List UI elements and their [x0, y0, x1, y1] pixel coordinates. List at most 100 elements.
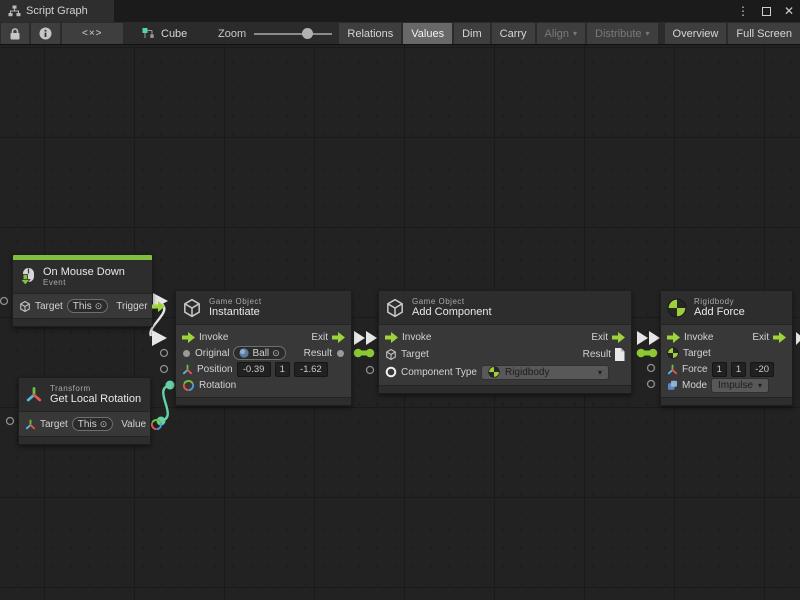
- chevron-down-icon: ▾: [573, 29, 577, 38]
- value-connection-result-target[interactable]: [637, 349, 658, 358]
- target-object-field[interactable]: This ⊙: [67, 299, 108, 313]
- more-icon[interactable]: ⋮: [737, 4, 749, 18]
- edit-graph-button[interactable]: <×>: [62, 23, 123, 44]
- maximize-icon[interactable]: [762, 7, 771, 16]
- vector-axis-icon: [182, 364, 193, 375]
- node-type: Game Object: [412, 297, 492, 306]
- invoke-label: Invoke: [402, 332, 431, 343]
- invoke-port-icon[interactable]: [182, 332, 195, 343]
- invoke-label: Invoke: [199, 332, 228, 343]
- node-type: Rigidbody: [694, 297, 745, 306]
- node-header[interactable]: Transform Get Local Rotation: [19, 378, 150, 412]
- result-label: Result: [583, 349, 611, 360]
- close-icon[interactable]: ✕: [784, 4, 794, 18]
- rotation-icon[interactable]: [182, 379, 195, 392]
- node-on-mouse-down[interactable]: On Mouse Down Event Target This ⊙: [12, 254, 153, 327]
- node-type: Game Object: [209, 297, 262, 306]
- port-ring[interactable]: [367, 367, 374, 374]
- port-row: Invoke Exit: [385, 329, 625, 346]
- script-graph-window: Script Graph ⋮ ✕: [0, 0, 800, 600]
- position-z-input[interactable]: -1.62: [294, 362, 328, 377]
- node-subtitle: Event: [43, 278, 125, 287]
- tab-script-graph[interactable]: Script Graph: [0, 0, 114, 22]
- chevron-down-icon: ▾: [758, 381, 762, 390]
- port-ring[interactable]: [1, 298, 8, 305]
- object-picker-icon[interactable]: ⊙: [100, 419, 108, 430]
- toolbar-right-group: Relations Values Dim Carry Align ▾ Distr…: [339, 23, 800, 44]
- node-get-local-rotation[interactable]: Transform Get Local Rotation Target This…: [18, 377, 151, 445]
- node-header[interactable]: Game Object Add Component: [379, 291, 631, 325]
- port-row: Original Ball ⊙ Result: [182, 345, 345, 361]
- position-label: Position: [197, 364, 233, 375]
- original-object-field[interactable]: Ball ⊙: [233, 346, 285, 360]
- distribute-button[interactable]: Distribute ▾: [587, 23, 657, 44]
- exit-port-icon[interactable]: [773, 332, 786, 343]
- value-connection-result-target[interactable]: [354, 349, 375, 358]
- graph-canvas[interactable]: On Mouse Down Event Target This ⊙: [0, 45, 800, 600]
- values-label: Values: [411, 28, 444, 40]
- window-controls: ⋮ ✕: [737, 0, 794, 22]
- invoke-port-icon[interactable]: [667, 332, 680, 343]
- values-button[interactable]: Values: [403, 23, 452, 44]
- graph-icon: [142, 27, 155, 40]
- node-add-force[interactable]: Rigidbody Add Force Invoke Exit: [660, 290, 793, 406]
- port-ring[interactable]: [7, 418, 14, 425]
- node-header[interactable]: On Mouse Down Event: [13, 260, 152, 294]
- node-add-component[interactable]: Game Object Add Component Invoke Exit: [378, 290, 632, 394]
- exit-port-icon[interactable]: [332, 332, 345, 343]
- invoke-port-icon[interactable]: [385, 332, 398, 343]
- node-header[interactable]: Rigidbody Add Force: [661, 291, 792, 325]
- node-instantiate[interactable]: Game Object Instantiate Invoke Exit: [175, 290, 352, 406]
- overview-button[interactable]: Overview: [665, 23, 727, 44]
- force-label: Force: [682, 364, 708, 375]
- align-button[interactable]: Align ▾: [537, 23, 585, 44]
- lock-button[interactable]: [1, 23, 29, 44]
- sphere-icon: [239, 348, 249, 358]
- fullscreen-button[interactable]: Full Screen: [728, 23, 800, 44]
- relations-label: Relations: [347, 28, 393, 40]
- info-icon: [39, 27, 52, 40]
- exit-port-icon[interactable]: [612, 332, 625, 343]
- carry-button[interactable]: Carry: [492, 23, 535, 44]
- gameobject-cube-icon: [182, 297, 202, 319]
- mode-dropdown[interactable]: Impulse ▾: [711, 378, 769, 393]
- object-picker-icon[interactable]: ⊙: [272, 348, 280, 359]
- position-y-input[interactable]: 1: [275, 362, 290, 377]
- value-port-dot[interactable]: [182, 349, 191, 358]
- zoom-slider[interactable]: [254, 33, 332, 35]
- node-type: Transform: [50, 384, 141, 393]
- control-connection-exit-invoke[interactable]: [354, 331, 377, 345]
- graph-breadcrumb[interactable]: Cube: [142, 23, 187, 44]
- port-row: Target This ⊙ Value: [25, 416, 144, 432]
- transform-axis-icon: [25, 419, 36, 430]
- control-connection-offscreen[interactable]: [796, 332, 800, 345]
- port-row: Component Type Rigidbody ▾: [385, 363, 625, 381]
- original-value: Ball: [252, 348, 269, 359]
- relations-button[interactable]: Relations: [339, 23, 401, 44]
- port-ring[interactable]: [161, 366, 168, 373]
- force-y-input[interactable]: 1: [731, 362, 746, 377]
- info-button[interactable]: [31, 23, 60, 44]
- zoom-slider-handle[interactable]: [302, 28, 313, 39]
- control-connection-exit-invoke[interactable]: [637, 331, 660, 345]
- force-x-input[interactable]: 1: [712, 362, 727, 377]
- node-header[interactable]: Game Object Instantiate: [176, 291, 351, 325]
- object-picker-icon[interactable]: ⊙: [95, 301, 103, 312]
- target-object-field[interactable]: This ⊙: [72, 417, 113, 431]
- port-ring[interactable]: [648, 381, 655, 388]
- port-ring[interactable]: [648, 365, 655, 372]
- force-z-input[interactable]: -20: [750, 362, 774, 377]
- graph-toolbar: <×> Cube Zoom 0.8x Relations Values Dim: [0, 22, 800, 45]
- trigger-port-icon[interactable]: [152, 301, 165, 312]
- value-port-dot[interactable]: [336, 349, 345, 358]
- dim-button[interactable]: Dim: [454, 23, 490, 44]
- position-x-input[interactable]: -0.39: [237, 362, 271, 377]
- title-bar: Script Graph ⋮ ✕: [0, 0, 800, 22]
- port-ring[interactable]: [161, 350, 168, 357]
- rotation-port-icon[interactable]: [150, 418, 163, 431]
- type-ring-icon[interactable]: [385, 366, 397, 378]
- rigidbody-icon: [667, 347, 679, 359]
- document-icon[interactable]: [615, 348, 625, 361]
- vector-axis-icon: [667, 364, 678, 375]
- component-type-dropdown[interactable]: Rigidbody ▾: [481, 365, 609, 380]
